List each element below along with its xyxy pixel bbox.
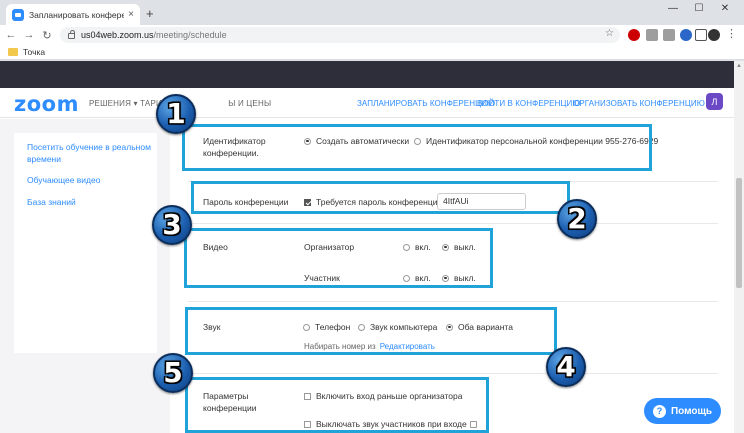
opera-extension-icon[interactable] (628, 29, 640, 41)
maximize-button[interactable]: ☐ (686, 3, 712, 14)
page-scrollbar[interactable]: ▲ (734, 61, 744, 433)
browser-window: Запланировать конференцию × + — ☐ ✕ ← → … (0, 0, 744, 433)
sidebar-item-knowledge-base[interactable]: База знаний (27, 196, 152, 208)
extension-icon[interactable] (663, 29, 675, 41)
step-badge-1: 1 (156, 94, 196, 134)
help-label: Помощь (670, 405, 713, 417)
folder-icon (8, 48, 18, 56)
nav-host-meeting[interactable]: ОРГАНИЗОВАТЬ КОНФЕРЕНЦИЮ ▾ (573, 99, 711, 108)
extension-icon[interactable] (646, 29, 658, 41)
nav-join-meeting[interactable]: ВОЙТИ В КОНФЕРЕНЦИЮ (477, 99, 581, 108)
extension-icon[interactable] (680, 29, 692, 41)
zoom-favicon-icon (12, 8, 24, 21)
left-sidebar: Посетить обучение в реальном времени Обу… (0, 119, 170, 433)
nav-schedule-meeting[interactable]: ЗАПЛАНИРОВАТЬ КОНФЕРЕНЦИЮ (357, 99, 495, 108)
minimize-button[interactable]: — (660, 3, 686, 14)
scroll-up-arrow-icon[interactable]: ▲ (736, 63, 742, 69)
question-icon: ? (652, 404, 666, 418)
annotation-box-audio (185, 307, 557, 355)
step-badge-5: 5 (153, 353, 193, 393)
forward-arrow-icon[interactable]: → (20, 29, 38, 41)
step-badge-2: 2 (557, 199, 597, 239)
annotation-box-video (184, 228, 493, 288)
step-badge-3: 3 (152, 205, 192, 245)
top-navigation: zoom РЕШЕНИЯ ▾ ТАРИФ Ы И ЦЕНЫ ЗАПЛАНИРОВА… (0, 88, 734, 118)
divider (188, 301, 718, 302)
annotation-box-options (185, 377, 489, 433)
tab-close-icon[interactable]: × (128, 9, 134, 20)
sidebar-card: Посетить обучение в реальном времени Обу… (14, 133, 157, 353)
scroll-thumb[interactable] (736, 178, 742, 288)
tab-strip: Запланировать конференцию × + — ☐ ✕ (0, 0, 744, 25)
annotation-box-password (191, 181, 570, 214)
lock-icon (68, 30, 75, 39)
sidebar-item-live-training[interactable]: Посетить обучение в реальном времени (27, 141, 152, 165)
avatar[interactable]: Л (706, 93, 723, 110)
new-tab-button[interactable]: + (146, 6, 154, 21)
help-button[interactable]: ? Помощь (644, 398, 721, 424)
divider (188, 223, 718, 224)
tab-title: Запланировать конференцию (29, 9, 125, 20)
page-header-band (0, 61, 734, 88)
divider (188, 373, 718, 374)
bookmarks-bar: Точка (0, 45, 744, 60)
profile-avatar-icon[interactable] (708, 29, 720, 41)
sidebar-item-video-tutorials[interactable]: Обучающее видео (27, 174, 152, 186)
media-control-icon[interactable] (695, 29, 707, 41)
menu-kebab-icon[interactable]: ⋮ (726, 27, 737, 40)
reload-icon[interactable]: ↻ (38, 29, 56, 42)
step-badge-4: 4 (546, 347, 586, 387)
back-arrow-icon[interactable]: ← (2, 29, 20, 41)
address-bar[interactable]: us04web.zoom.us /meeting/schedule ☆ (60, 27, 620, 43)
annotation-box-meeting-id (182, 124, 652, 171)
browser-tab[interactable]: Запланировать конференцию × (6, 4, 140, 25)
url-host: us04web.zoom.us (81, 30, 154, 40)
bookmark-item[interactable]: Точка (23, 47, 45, 57)
url-path: /meeting/schedule (153, 30, 227, 40)
close-window-button[interactable]: ✕ (712, 3, 738, 14)
bookmark-star-icon[interactable]: ☆ (605, 28, 614, 39)
zoom-logo[interactable]: zoom (14, 92, 79, 116)
